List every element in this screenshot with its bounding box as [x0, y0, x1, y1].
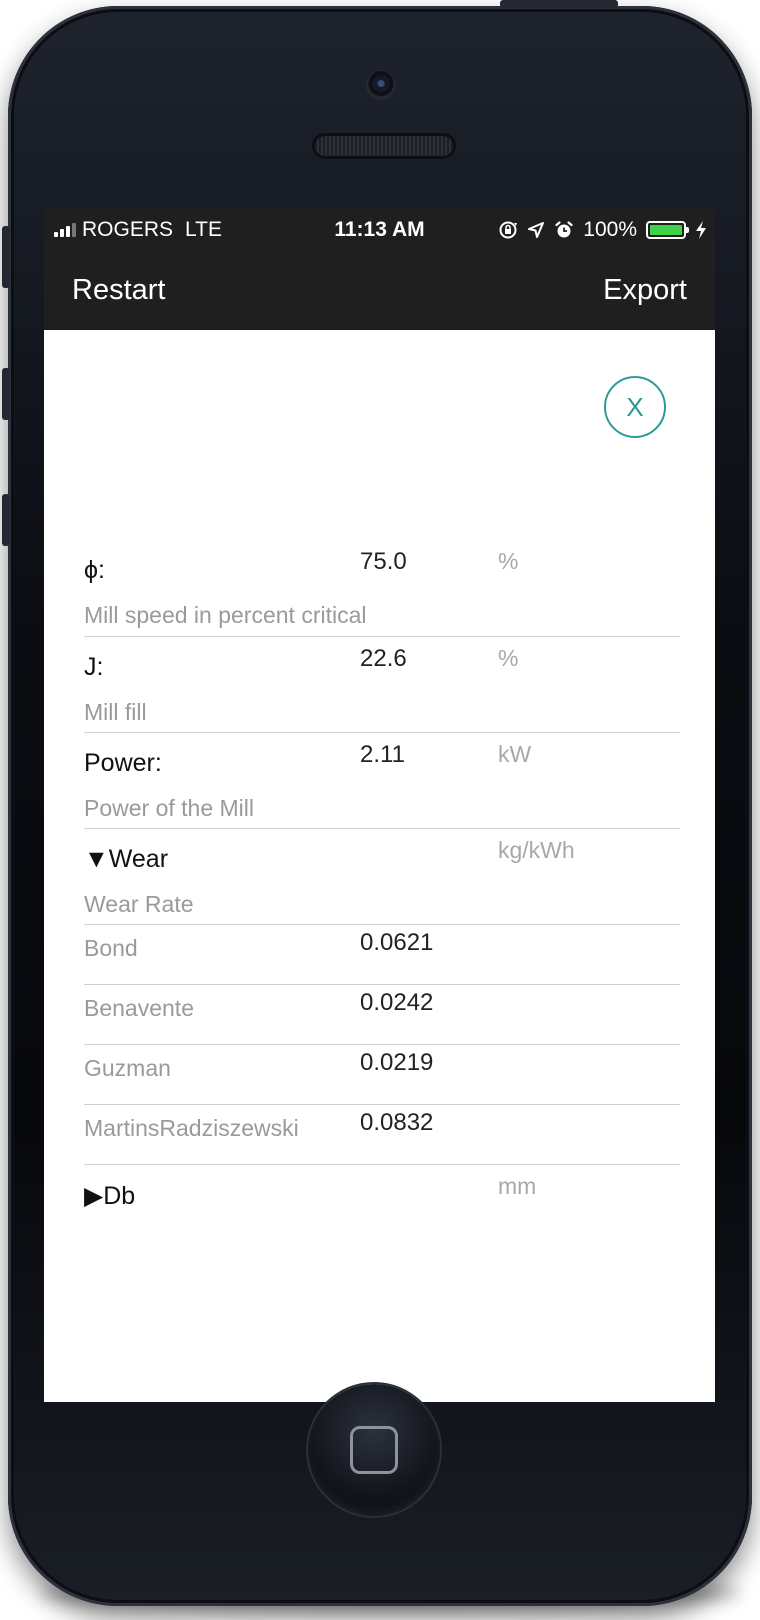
param-value: 2.11 [360, 741, 405, 768]
param-row-power: Power: 2.11 kW Power of the Mill [84, 732, 680, 829]
status-bar: ROGERS LTE 11:13 AM 100% [44, 208, 715, 252]
home-button[interactable] [308, 1384, 440, 1516]
battery-percent: 100% [583, 218, 637, 241]
param-value: 75.0 [360, 548, 407, 575]
orientation-lock-icon [499, 221, 518, 239]
home-square-icon [350, 1426, 398, 1474]
navigation-bar: Restart Export [44, 252, 715, 330]
wear-method-value: 0.0242 [360, 989, 434, 1016]
db-unit: mm [498, 1173, 537, 1199]
param-description: Power of the Mill [84, 795, 255, 821]
wear-method-value: 0.0219 [360, 1049, 434, 1076]
screen: ROGERS LTE 11:13 AM 100% Restart Export … [44, 208, 715, 1402]
alarm-icon [555, 221, 573, 238]
volume-down-button [2, 494, 10, 546]
battery-fill [650, 225, 682, 235]
wear-row-bond: Bond 0.0621 [84, 924, 680, 985]
param-label: Power: [84, 749, 162, 777]
volume-up-button [2, 368, 10, 420]
param-row-j: J: 22.6 % Mill fill [84, 636, 680, 733]
close-button[interactable]: X [604, 376, 666, 438]
wear-method-name: MartinsRadziszewski [84, 1115, 299, 1141]
battery-icon [646, 221, 689, 239]
wear-toggle-label[interactable]: ▼Wear [84, 845, 168, 874]
db-toggle-label[interactable]: ▶Db [84, 1181, 135, 1211]
param-description: Mill fill [84, 699, 147, 725]
wear-description: Wear Rate [84, 891, 194, 917]
param-unit: % [498, 548, 519, 574]
location-arrow-icon [528, 222, 545, 238]
param-unit: kW [498, 741, 532, 767]
param-unit: % [498, 645, 519, 671]
wear-method-name: Benavente [84, 995, 194, 1021]
wear-method-name: Guzman [84, 1055, 171, 1081]
wear-row-guzman: Guzman 0.0219 [84, 1044, 680, 1105]
wear-method-name: Bond [84, 935, 138, 961]
charging-bolt-icon [696, 221, 706, 239]
param-label: J: [84, 653, 104, 681]
status-right: 100% [498, 208, 707, 252]
front-camera [366, 70, 396, 100]
param-description: Mill speed in percent critical [84, 602, 367, 628]
db-section-header[interactable]: ▶Db mm [84, 1164, 680, 1261]
wear-unit: kg/kWh [498, 837, 575, 863]
export-button[interactable]: Export [603, 252, 687, 330]
wear-section-header[interactable]: ▼Wear kg/kWh Wear Rate [84, 828, 680, 925]
restart-button[interactable]: Restart [72, 252, 165, 330]
wear-method-value: 0.0832 [360, 1109, 434, 1136]
param-row-phi: ϕ: 75.0 % Mill speed in percent critical [84, 540, 680, 636]
wear-method-value: 0.0621 [360, 929, 434, 956]
param-value: 22.6 [360, 645, 407, 672]
param-label: ϕ: [84, 556, 105, 584]
earpiece-speaker [315, 136, 453, 156]
wear-row-martinsradziszewski: MartinsRadziszewski 0.0832 [84, 1104, 680, 1165]
power-button [500, 0, 618, 8]
mute-switch [2, 226, 10, 288]
wear-row-benavente: Benavente 0.0242 [84, 984, 680, 1045]
